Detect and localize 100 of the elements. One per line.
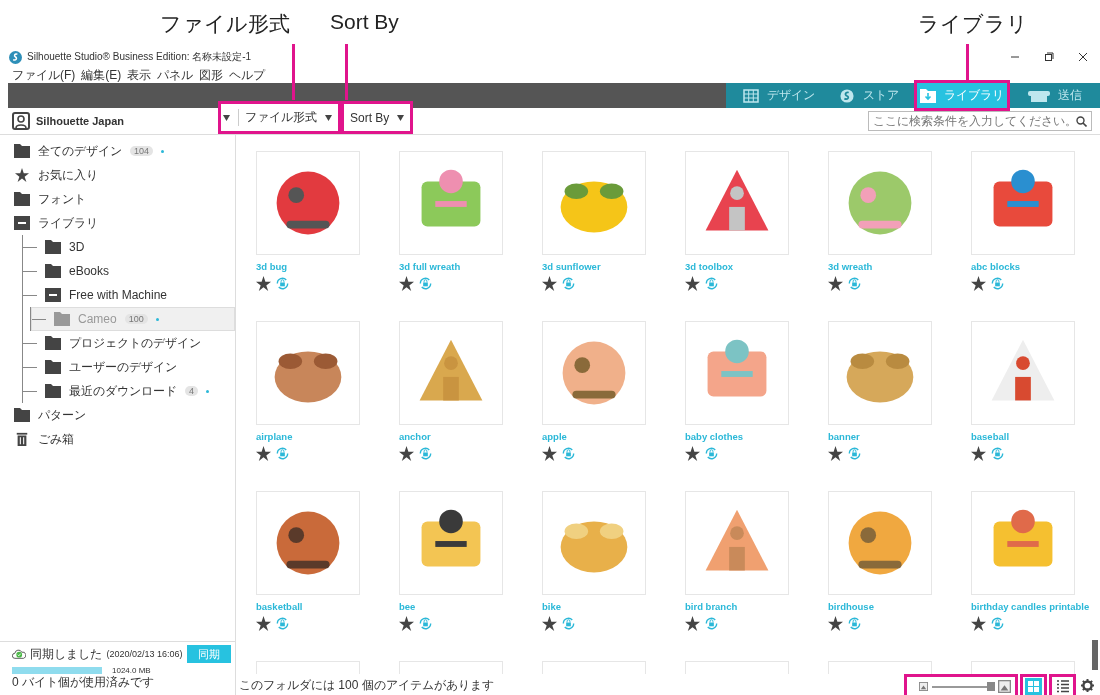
star-icon[interactable] (542, 446, 557, 461)
item-name[interactable]: bee (399, 601, 416, 613)
tree-label: 全てのデザイン (38, 142, 122, 160)
star-icon[interactable] (256, 616, 271, 631)
menu-item[interactable]: ファイル(F) (12, 67, 76, 84)
item-name[interactable]: bird branch (685, 601, 738, 613)
status-text: このフォルダには 100 個のアイテムがあります (239, 676, 494, 694)
item-name[interactable]: birthday candles printable (971, 601, 1090, 613)
item-name[interactable]: banner (828, 431, 860, 443)
tree-label: お気に入り (38, 166, 98, 184)
count-badge: 104 (130, 146, 154, 156)
nav-tab[interactable]: ストア (824, 83, 914, 108)
tree-label: 3D (69, 240, 85, 254)
scrollbar-thumb[interactable] (1092, 640, 1098, 670)
item-name[interactable]: birdhouse (828, 601, 874, 613)
folder-icon (45, 384, 61, 398)
tree-item[interactable]: ごみ箱 (0, 427, 235, 451)
item-name[interactable]: baby clothes (685, 431, 744, 443)
folder-icon (14, 192, 30, 206)
thumbnail-size-slider[interactable] (904, 674, 1018, 695)
item-name[interactable]: 3d sunflower (542, 261, 601, 273)
storage-reading: 1024.0 MB (112, 666, 151, 675)
tree-item[interactable]: プロジェクトのデザイン (23, 331, 235, 355)
star-icon[interactable] (542, 276, 557, 291)
tree-label: Cameo (78, 312, 117, 326)
menu-item[interactable]: 図形 (199, 67, 224, 84)
star-icon[interactable] (685, 276, 700, 291)
callout-label: Sort By (330, 10, 399, 34)
close-icon[interactable] (1078, 52, 1088, 62)
search-field[interactable]: ここに検索条件を入力してください。 (868, 111, 1092, 131)
trash-icon (14, 432, 30, 446)
collapse-folder-icon[interactable] (14, 216, 30, 230)
restore-icon[interactable] (1044, 52, 1054, 62)
item-name[interactable]: airplane (256, 431, 293, 443)
caret-icon (223, 114, 230, 121)
tree-item[interactable]: 最近のダウンロード 4 (23, 379, 235, 403)
folder-icon (14, 408, 30, 422)
item-name[interactable]: basketball (256, 601, 303, 613)
folder-icon (45, 264, 61, 278)
star-icon[interactable] (399, 276, 414, 291)
tree-item[interactable]: ライブラリ (0, 211, 235, 235)
item-name[interactable]: bike (542, 601, 561, 613)
star-icon[interactable] (828, 276, 843, 291)
star-icon[interactable] (971, 276, 986, 291)
image-icon (998, 680, 1011, 693)
download-folder-icon (920, 88, 936, 103)
star-icon[interactable] (971, 446, 986, 461)
leader-line (345, 44, 348, 100)
star-icon[interactable] (399, 446, 414, 461)
item-name[interactable]: 3d bug (256, 261, 288, 273)
item-name[interactable]: abc blocks (971, 261, 1021, 273)
tree-item[interactable]: eBooks (23, 259, 235, 283)
settings-icon[interactable] (1081, 678, 1094, 692)
tree-item[interactable]: 全てのデザイン 104 (0, 139, 235, 163)
tree-item[interactable]: Free with Machine (23, 283, 235, 307)
tree-item[interactable]: ユーザーのデザイン (23, 355, 235, 379)
nav-tab[interactable]: デザイン (734, 83, 824, 108)
grid-view-button[interactable] (1020, 674, 1047, 695)
item-name[interactable]: 3d full wreath (399, 261, 461, 273)
star-icon[interactable] (256, 276, 271, 291)
list-icon (1054, 678, 1071, 695)
star-icon[interactable] (399, 616, 414, 631)
item-name[interactable]: apple (542, 431, 567, 443)
sync-time: (2020/02/13 16:06) (106, 649, 183, 659)
list-view-button[interactable] (1049, 674, 1076, 695)
collapse-folder-icon[interactable] (45, 288, 61, 302)
file-format-dropdown[interactable]: ファイル形式 (218, 101, 341, 134)
star-icon[interactable] (971, 616, 986, 631)
item-name[interactable]: baseball (971, 431, 1010, 443)
count-badge: 100 (124, 314, 148, 324)
sort-dropdown[interactable]: Sort By (341, 101, 414, 134)
item-name[interactable]: 3d toolbox (685, 261, 734, 273)
tree-item[interactable]: パターン (0, 403, 235, 427)
nav-tab[interactable]: 送信 (1010, 83, 1100, 108)
folder-icon (14, 144, 30, 158)
star-icon[interactable] (542, 616, 557, 631)
menu-item[interactable]: 表示 (127, 67, 152, 84)
nav-tab[interactable]: ライブラリ (917, 83, 1007, 108)
star-icon[interactable] (256, 446, 271, 461)
cloud-check-icon (12, 647, 27, 661)
sync-button[interactable]: 同期 (186, 645, 231, 663)
star-icon[interactable] (685, 616, 700, 631)
tree-label: ユーザーのデザイン (69, 358, 177, 376)
item-name[interactable]: anchor (399, 431, 431, 443)
tree-item[interactable]: 3D (23, 235, 235, 259)
slider-thumb[interactable] (986, 681, 995, 691)
menu-item[interactable]: パネル (157, 67, 194, 84)
tree-item[interactable]: Cameo 100 (31, 307, 235, 331)
tree-label: Free with Machine (69, 288, 168, 302)
star-icon[interactable] (685, 446, 700, 461)
menu-item[interactable]: ヘルプ (229, 67, 266, 84)
tree-item[interactable]: フォント (0, 187, 235, 211)
tree-item[interactable]: お気に入り (0, 163, 235, 187)
folder-icon (54, 312, 70, 326)
star-icon[interactable] (828, 446, 843, 461)
tree-label: パターン (38, 406, 86, 424)
item-name[interactable]: 3d wreath (828, 261, 873, 273)
tree-label: 最近のダウンロード (69, 382, 177, 400)
menu-item[interactable]: 編集(E) (81, 67, 122, 84)
star-icon[interactable] (828, 616, 843, 631)
